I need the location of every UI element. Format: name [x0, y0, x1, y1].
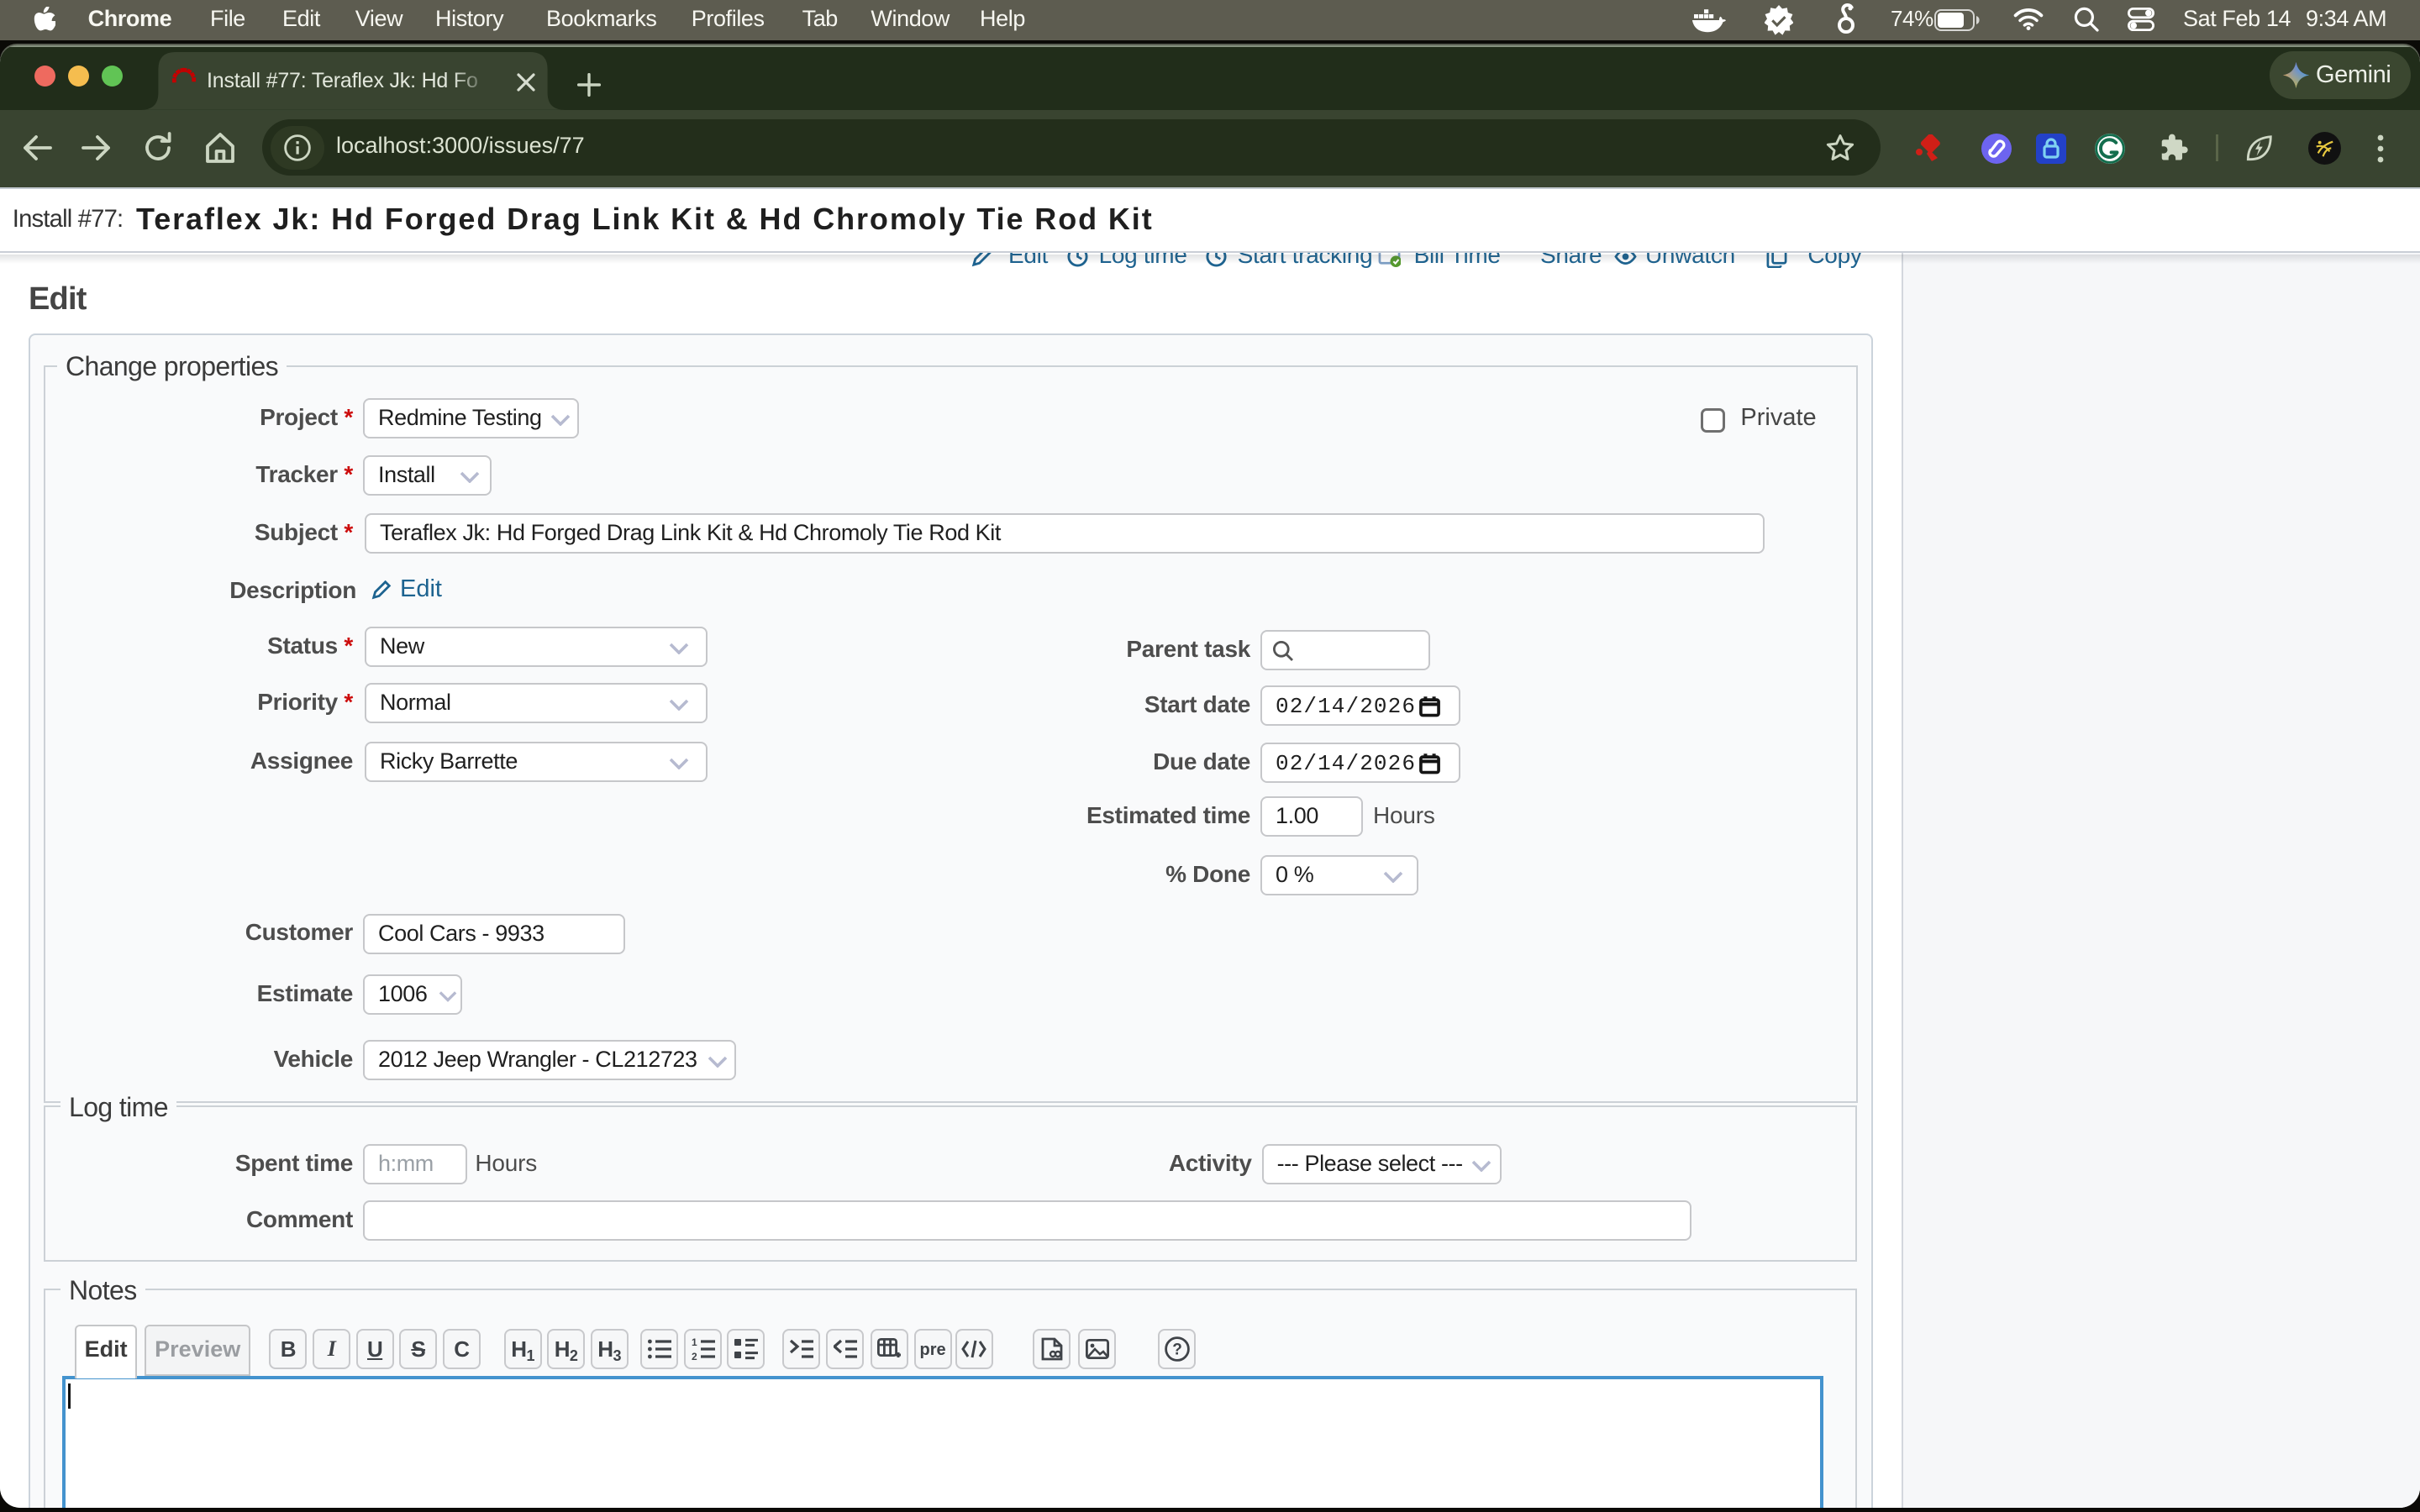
svg-text:?: ? [1172, 1341, 1182, 1359]
svg-text:1: 1 [692, 1338, 697, 1348]
svg-text:2: 2 [692, 1351, 697, 1360]
